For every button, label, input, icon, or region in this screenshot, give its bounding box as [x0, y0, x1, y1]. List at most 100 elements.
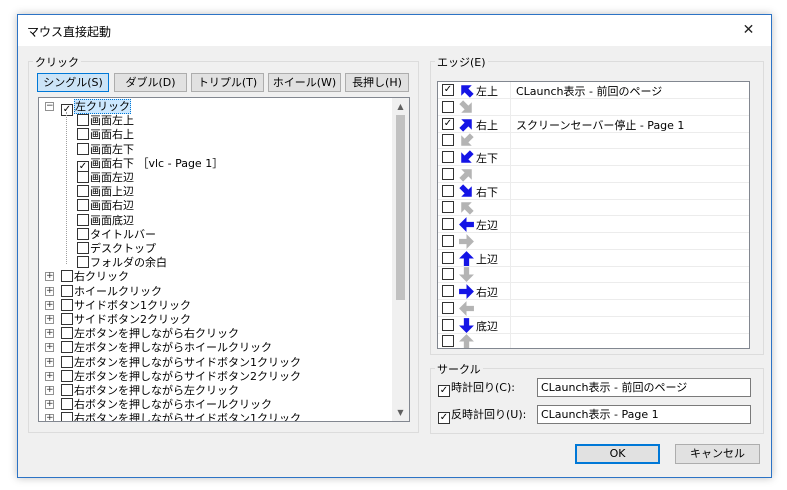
tree-item-collapsed[interactable]: 右クリック: [61, 270, 129, 284]
counter-clockwise-checkbox[interactable]: ✓: [438, 412, 450, 424]
edge-checkbox[interactable]: [442, 335, 454, 348]
tree-checkbox[interactable]: [61, 327, 73, 340]
collapse-icon[interactable]: −: [45, 102, 54, 111]
tree-item-collapsed[interactable]: 左ボタンを押しながら右クリック: [61, 327, 239, 341]
expand-icon[interactable]: +: [45, 286, 54, 296]
tree-item-collapsed[interactable]: サイドボタン2クリック: [61, 313, 191, 327]
tab-triple[interactable]: トリプル(T): [191, 73, 264, 92]
edge-checkbox[interactable]: [442, 301, 454, 314]
tree-item-child[interactable]: デスクトップ: [77, 242, 156, 256]
edge-checkbox[interactable]: [442, 251, 454, 264]
tree-item-collapsed[interactable]: 右ボタンを押しながらサイドボタン1クリック: [61, 412, 301, 421]
edge-checkbox[interactable]: [442, 285, 454, 297]
counter-clockwise-option[interactable]: ✓ 反時計回り(U):: [438, 408, 526, 424]
expand-icon[interactable]: +: [45, 414, 54, 421]
counter-clockwise-action-field[interactable]: CLaunch表示 - Page 1: [537, 405, 751, 424]
tree-item-collapsed[interactable]: 右ボタンを押しながらホイールクリック: [61, 398, 272, 412]
tab-wheel[interactable]: ホイール(W): [268, 73, 341, 92]
close-icon[interactable]: ✕: [726, 15, 771, 46]
edge-row[interactable]: ✓ 右上 スクリーンセーバー停止 - Page 1: [438, 116, 749, 133]
tree-checkbox[interactable]: [77, 242, 89, 254]
expand-icon[interactable]: +: [45, 400, 54, 410]
tree-checkbox[interactable]: [61, 369, 73, 382]
tree-scrollbar[interactable]: ▲ ▼: [392, 98, 409, 421]
edge-row[interactable]: [438, 166, 749, 183]
ok-button[interactable]: OK: [575, 444, 660, 464]
tab-single[interactable]: シングル(S): [37, 73, 109, 92]
expand-icon[interactable]: +: [45, 300, 54, 310]
edge-row[interactable]: [438, 99, 749, 116]
edge-row[interactable]: 左辺: [438, 216, 749, 233]
edge-checkbox[interactable]: [442, 268, 454, 281]
tree-item-child[interactable]: 画面上辺: [77, 185, 134, 199]
edge-checkbox[interactable]: [442, 151, 454, 163]
tree-item-child[interactable]: 画面底辺: [77, 213, 134, 228]
tree-checkbox[interactable]: [77, 114, 89, 127]
clockwise-checkbox[interactable]: ✓: [438, 385, 450, 397]
tree-checkbox[interactable]: [61, 412, 73, 421]
edge-checkbox[interactable]: [442, 201, 454, 214]
edge-list[interactable]: ✓ 左上 CLaunch表示 - 前回のページ ✓ 右上 スクリーンセーバー停止 - Pa…: [437, 81, 750, 349]
tree-item-collapsed[interactable]: ホイールクリック: [61, 284, 162, 299]
tree-checkbox[interactable]: [61, 313, 73, 325]
tree-checkbox[interactable]: [61, 398, 73, 411]
edge-row[interactable]: [438, 300, 749, 317]
edge-row[interactable]: 右辺: [438, 283, 749, 300]
tree-checkbox[interactable]: [61, 270, 73, 283]
edge-row[interactable]: 左下: [438, 149, 749, 166]
tree-checkbox[interactable]: [77, 185, 89, 198]
tree-checkbox[interactable]: [77, 199, 89, 212]
tree-checkbox[interactable]: [77, 128, 89, 141]
edge-checkbox[interactable]: [442, 184, 454, 197]
tree-item-child[interactable]: 画面右辺: [77, 199, 134, 213]
tree-checkbox[interactable]: [61, 298, 73, 311]
expand-icon[interactable]: +: [45, 357, 54, 367]
edge-row[interactable]: [438, 266, 749, 284]
tree-checkbox[interactable]: [77, 227, 89, 240]
tab-double[interactable]: ダブル(D): [114, 73, 187, 92]
edge-checkbox[interactable]: [442, 218, 454, 230]
tree-item-collapsed[interactable]: 左ボタンを押しながらホイールクリック: [61, 341, 272, 355]
tree-checkbox[interactable]: [61, 284, 73, 297]
tree-checkbox[interactable]: [61, 341, 73, 354]
edge-checkbox[interactable]: [442, 167, 454, 180]
edge-checkbox[interactable]: ✓: [442, 117, 454, 130]
edge-row[interactable]: ✓ 左上 CLaunch表示 - 前回のページ: [438, 82, 749, 99]
tab-long-press[interactable]: 長押し(H): [345, 73, 409, 92]
edge-checkbox[interactable]: ✓: [442, 84, 454, 96]
edge-row[interactable]: [438, 333, 749, 348]
tree-checkbox[interactable]: [77, 256, 89, 269]
tree-item-child[interactable]: 画面右上: [77, 128, 134, 142]
edge-checkbox[interactable]: [442, 100, 454, 113]
clockwise-option[interactable]: ✓ 時計回り(C):: [438, 381, 515, 397]
tree-item-collapsed[interactable]: 左ボタンを押しながらサイドボタン2クリック: [61, 369, 301, 384]
cancel-button[interactable]: キャンセル: [675, 444, 760, 464]
tree-checkbox[interactable]: ✓: [61, 104, 73, 116]
tree-item-child[interactable]: 画面左辺: [77, 171, 134, 185]
tree-item-collapsed[interactable]: 左ボタンを押しながらサイドボタン1クリック: [61, 355, 301, 370]
edge-checkbox[interactable]: [442, 318, 454, 331]
edge-row[interactable]: [438, 132, 749, 150]
action-tree[interactable]: ▲ ▼ − ✓ 左クリック 画面左上 画面右上 画面左下 ✓ 画面右下 ［vlc - Page…: [38, 97, 410, 422]
edge-row[interactable]: 上辺: [438, 250, 749, 267]
tree-checkbox[interactable]: [77, 142, 89, 155]
expand-icon[interactable]: +: [45, 386, 54, 395]
edge-row[interactable]: 右下: [438, 183, 749, 200]
tree-checkbox[interactable]: [61, 384, 73, 396]
scroll-thumb[interactable]: [396, 115, 405, 300]
expand-icon[interactable]: +: [45, 315, 54, 324]
tree-checkbox[interactable]: [61, 355, 73, 368]
tree-checkbox[interactable]: [77, 171, 89, 183]
tree-item-child[interactable]: 画面左上: [77, 114, 134, 128]
scroll-down-icon[interactable]: ▼: [392, 404, 409, 421]
tree-item-child[interactable]: タイトルバー: [77, 227, 156, 242]
expand-icon[interactable]: +: [45, 343, 54, 353]
edge-row[interactable]: [438, 233, 749, 250]
tree-item-collapsed[interactable]: サイドボタン1クリック: [61, 298, 191, 313]
edge-checkbox[interactable]: [442, 234, 454, 247]
scroll-up-icon[interactable]: ▲: [392, 98, 409, 115]
tree-item-child[interactable]: 画面左下: [77, 142, 134, 157]
tree-item-collapsed[interactable]: 右ボタンを押しながら左クリック: [61, 384, 239, 398]
edge-row[interactable]: 底辺: [438, 317, 749, 334]
tree-item-root[interactable]: ✓ 左クリック: [61, 99, 131, 116]
